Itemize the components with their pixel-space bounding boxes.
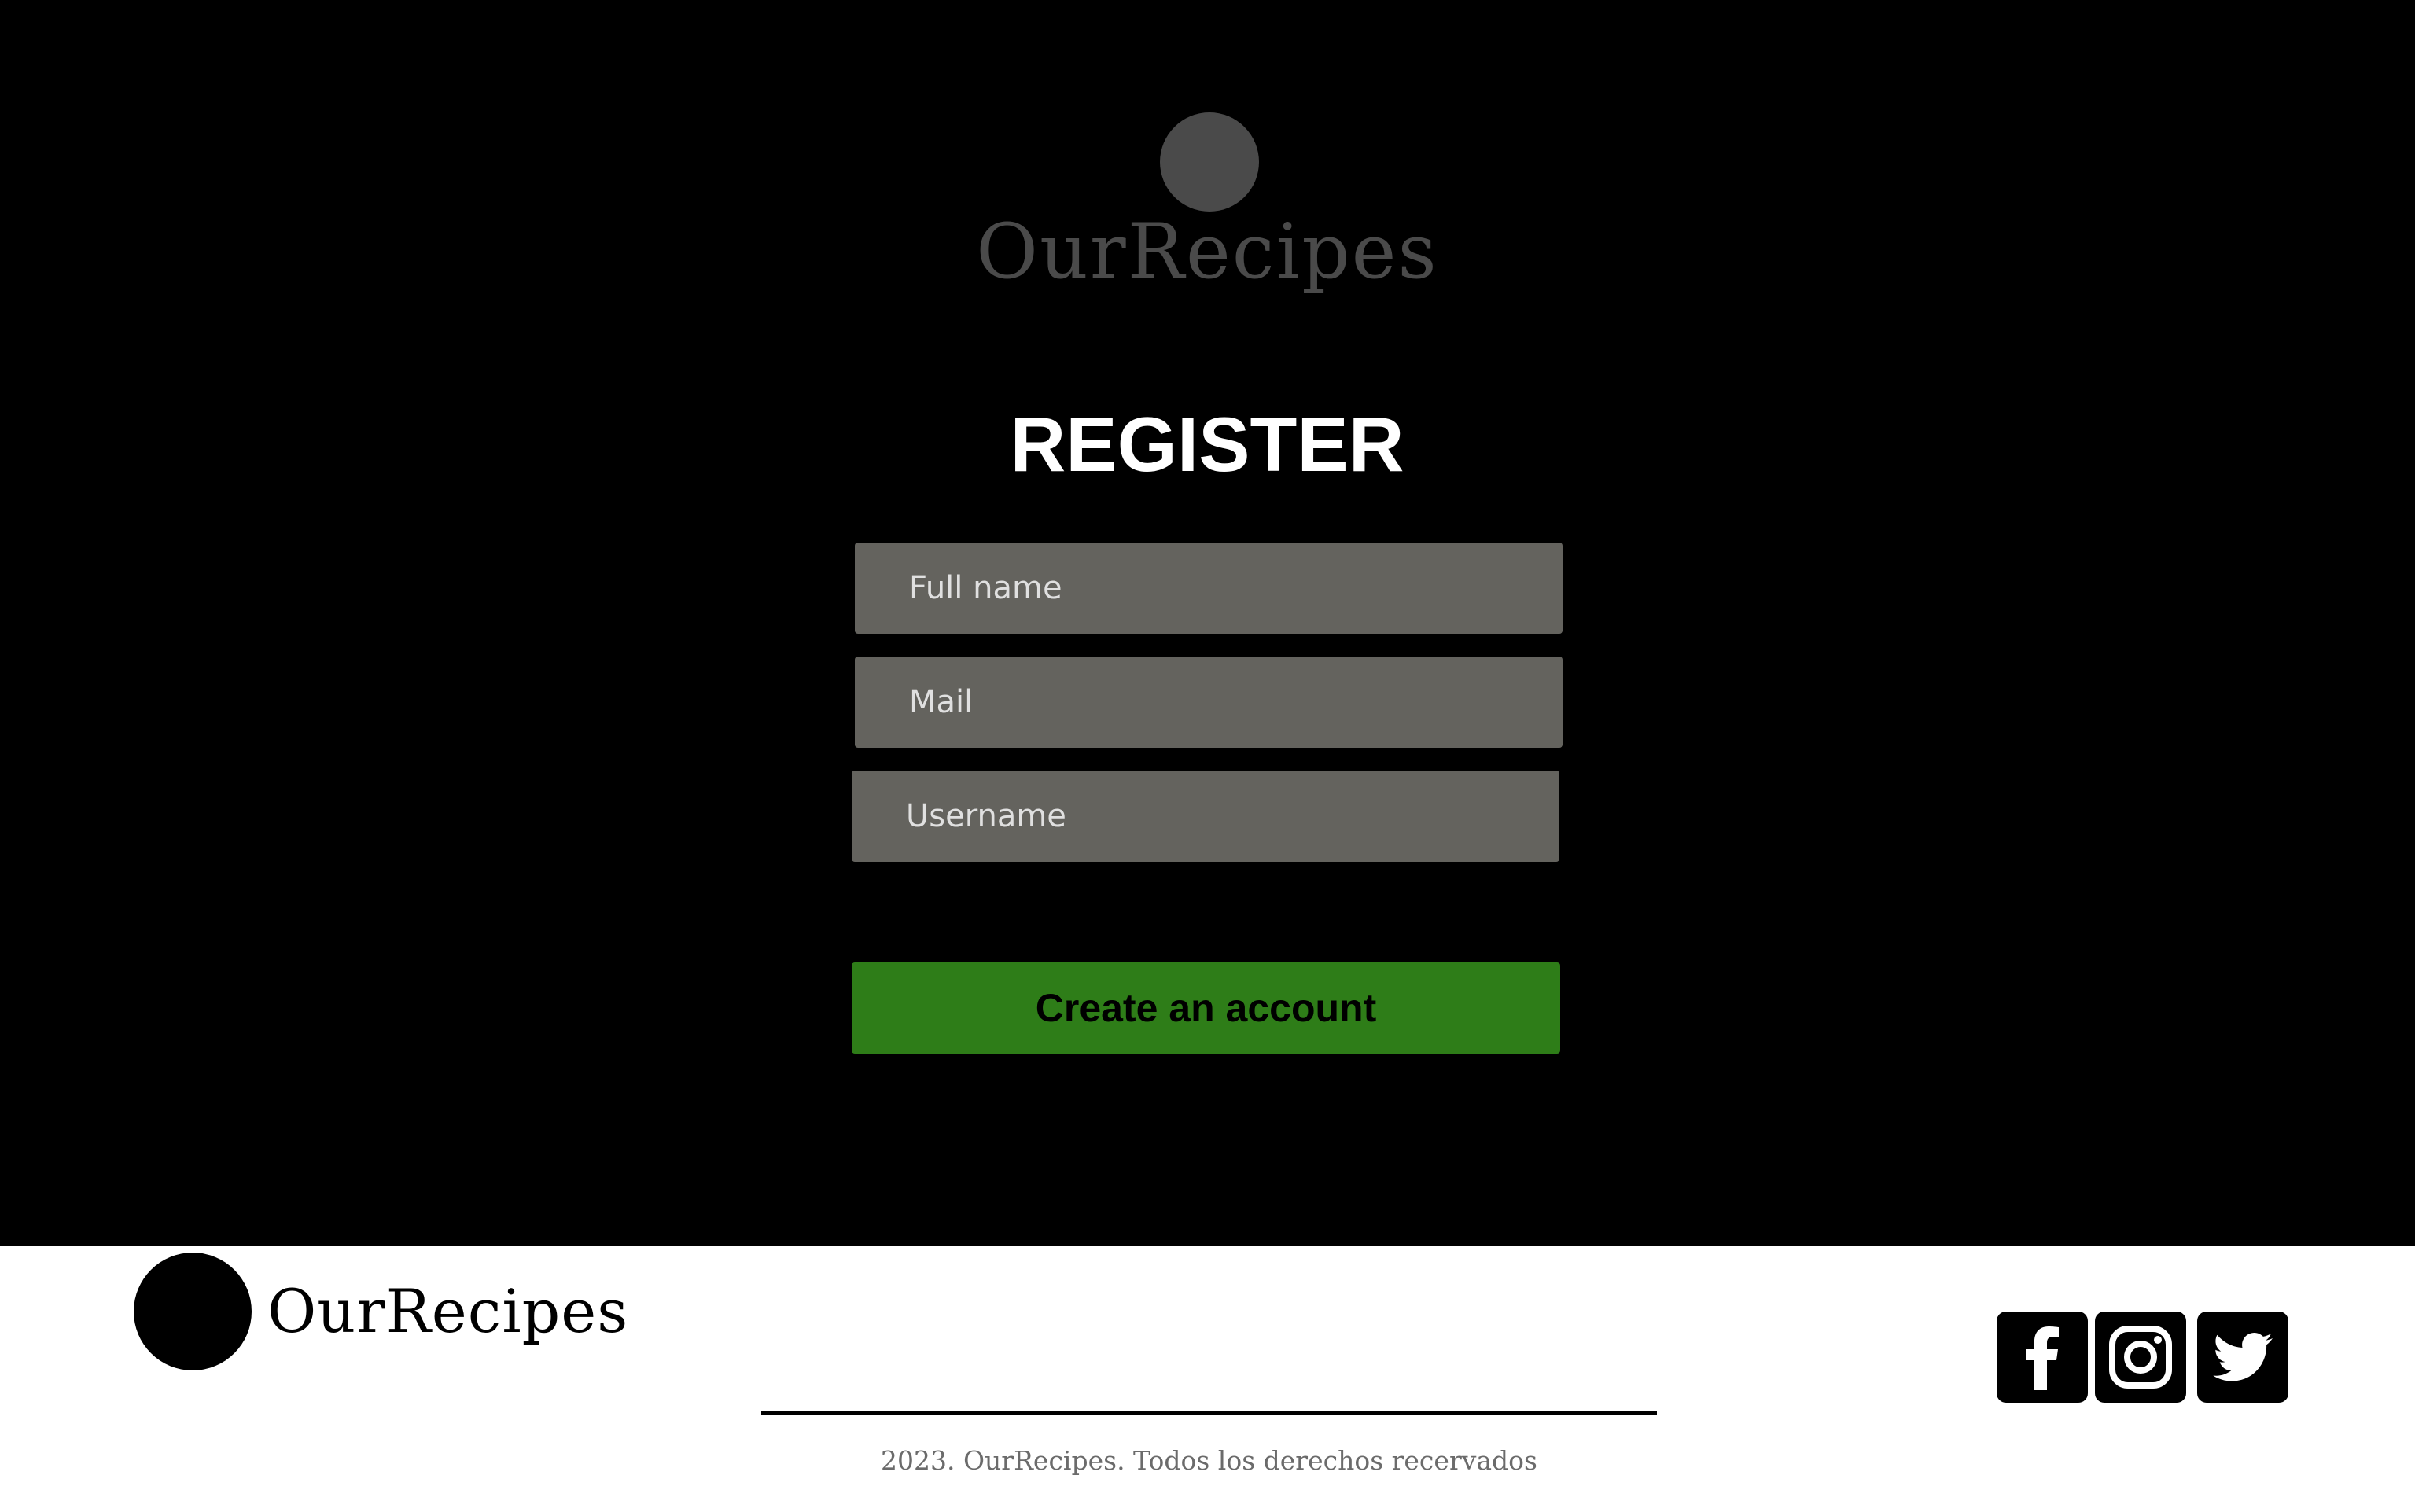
- footer-brand: OurRecipes: [267, 1276, 629, 1346]
- page-title: REGISTER: [1010, 401, 1404, 487]
- username-input[interactable]: [852, 771, 1559, 862]
- instagram-icon[interactable]: [2095, 1312, 2186, 1403]
- copyright-text: 2023. OurRecipes. Todos los derechos rec…: [881, 1445, 1537, 1476]
- mail-input[interactable]: [855, 657, 1563, 748]
- facebook-icon[interactable]: [1997, 1312, 2088, 1403]
- logo-circle-icon: [1160, 112, 1259, 212]
- footer-divider: [761, 1411, 1657, 1415]
- twitter-icon[interactable]: [2197, 1312, 2288, 1403]
- create-account-button[interactable]: Create an account: [852, 962, 1560, 1054]
- header-brand: OurRecipes: [976, 208, 1438, 296]
- footer-logo-circle-icon: [134, 1253, 252, 1370]
- register-page: OurRecipes REGISTER Create an account Ou…: [0, 0, 2415, 1512]
- full-name-input[interactable]: [855, 543, 1563, 634]
- main-section: OurRecipes REGISTER Create an account: [0, 0, 2415, 1246]
